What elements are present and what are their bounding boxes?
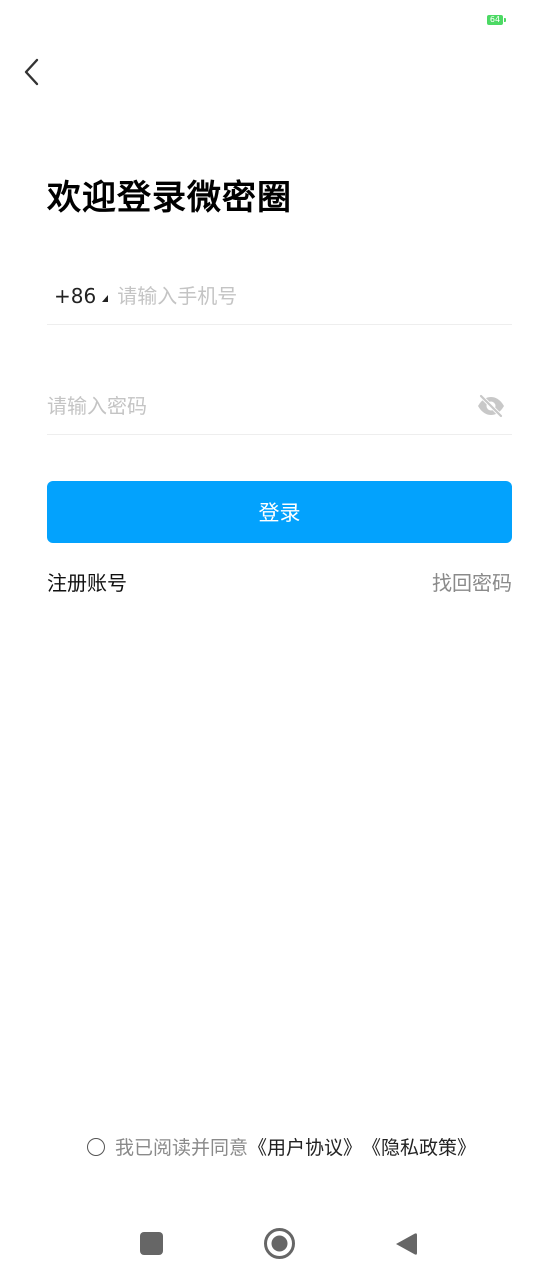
agreement-checkbox[interactable]: [87, 1137, 105, 1156]
triangle-left-icon: [396, 1233, 417, 1255]
chevron-left-icon: [24, 58, 39, 86]
register-link[interactable]: 注册账号: [47, 567, 127, 596]
page-title: 欢迎登录微密圈: [47, 178, 292, 218]
country-code-label: +86: [54, 284, 97, 308]
forgot-password-link[interactable]: 找回密码: [432, 567, 512, 596]
agreement-prefix: 我已阅读并同意: [115, 1137, 249, 1159]
battery-indicator: 64: [487, 15, 506, 25]
nav-back-button[interactable]: [393, 1231, 419, 1257]
country-code-selector[interactable]: +86: [54, 284, 109, 308]
password-input[interactable]: [47, 386, 474, 426]
caret-icon: [102, 294, 109, 302]
privacy-policy-link[interactable]: 《隐私政策》: [362, 1133, 476, 1160]
circle-icon: [264, 1228, 295, 1259]
phone-field-row: +86: [47, 268, 512, 325]
login-button[interactable]: 登录: [47, 481, 512, 543]
eye-off-icon: [478, 394, 504, 418]
phone-input[interactable]: [117, 276, 512, 316]
user-agreement-link[interactable]: 《用户协议》: [248, 1133, 362, 1160]
nav-home-button[interactable]: [263, 1227, 296, 1260]
back-button[interactable]: [14, 54, 50, 90]
password-field-row: [47, 378, 512, 435]
nav-recent-apps-button[interactable]: [140, 1232, 163, 1255]
password-visibility-toggle[interactable]: [474, 389, 508, 423]
agreement-row: 我已阅读并同意 《用户协议》 《隐私政策》: [87, 1133, 476, 1160]
